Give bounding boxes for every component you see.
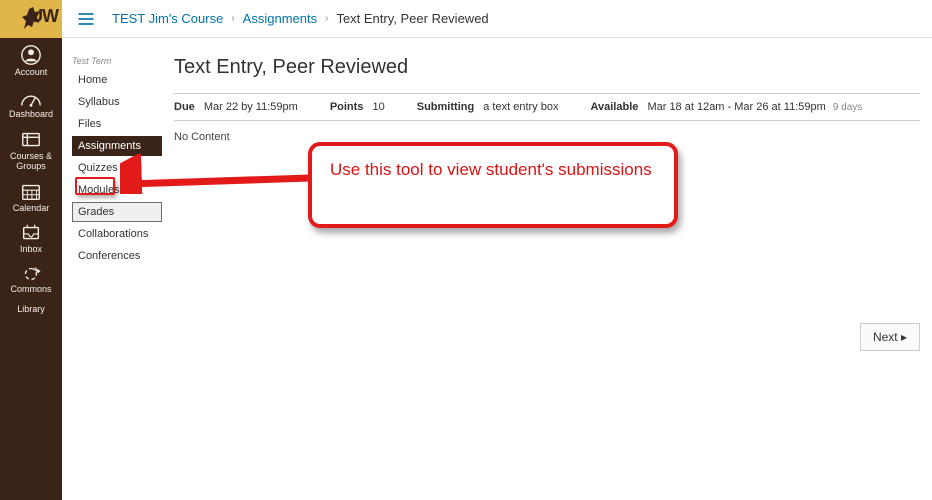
dashboard-icon xyxy=(20,88,42,108)
breadcrumb-sep: › xyxy=(231,13,234,24)
breadcrumb-sep: › xyxy=(325,13,328,24)
available-sub: 9 days xyxy=(833,102,862,113)
due-label: Due xyxy=(174,101,195,113)
meta-available: Available Mar 18 at 12am - Mar 26 at 11:… xyxy=(590,101,862,113)
rail-label: Inbox xyxy=(0,245,62,255)
breadcrumb-page: Text Entry, Peer Reviewed xyxy=(336,11,488,26)
term-label: Test Term xyxy=(72,56,162,66)
inbox-icon xyxy=(20,223,42,243)
breadcrumb-course[interactable]: TEST Jim's Course xyxy=(112,11,223,26)
points-label: Points xyxy=(330,101,364,113)
rail-label: Calendar xyxy=(0,204,62,214)
points-value: 10 xyxy=(373,101,385,113)
course-nav-item-quizzes[interactable]: Quizzes xyxy=(72,158,162,178)
logo-text: UW xyxy=(30,6,58,27)
courses-icon xyxy=(20,130,42,150)
account-icon xyxy=(20,44,42,66)
rail-label: Library xyxy=(0,305,62,315)
meta-submitting: Submitting a text entry box xyxy=(417,101,559,113)
course-nav-item-assignments[interactable]: Assignments xyxy=(72,136,162,156)
hamburger-icon[interactable] xyxy=(76,9,96,29)
available-label: Available xyxy=(590,101,638,113)
page-title: Text Entry, Peer Reviewed xyxy=(174,56,920,79)
rail-commons[interactable]: Commons xyxy=(0,259,62,299)
rail-dashboard[interactable]: Dashboard xyxy=(0,82,62,124)
topbar: TEST Jim's Course › Assignments › Text E… xyxy=(62,0,932,38)
course-nav-item-modules[interactable]: Modules xyxy=(72,180,162,200)
commons-icon xyxy=(20,265,42,283)
rail-label: Account xyxy=(0,68,62,78)
meta-due: Due Mar 22 by 11:59pm xyxy=(174,101,298,113)
course-nav-item-grades[interactable]: Grades xyxy=(72,202,162,222)
calendar-icon xyxy=(20,182,42,202)
rail-courses[interactable]: Courses & Groups xyxy=(0,124,62,176)
rail-label: Commons xyxy=(0,285,62,295)
submitting-label: Submitting xyxy=(417,101,474,113)
due-value: Mar 22 by 11:59pm xyxy=(204,101,298,113)
course-nav-item-files[interactable]: Files xyxy=(72,114,162,134)
course-nav-item-conferences[interactable]: Conferences xyxy=(72,246,162,266)
course-nav-item-home[interactable]: Home xyxy=(72,70,162,90)
submitting-value: a text entry box xyxy=(483,101,558,113)
rail-library[interactable]: Library xyxy=(0,299,62,319)
meta-points: Points 10 xyxy=(330,101,385,113)
available-value: Mar 18 at 12am - Mar 26 at 11:59pm xyxy=(647,101,825,113)
course-nav: Test Term HomeSyllabusFilesAssignmentsQu… xyxy=(72,56,162,268)
rail-label: Courses & Groups xyxy=(0,152,62,172)
annotation-callout: Use this tool to view student's submissi… xyxy=(308,142,678,228)
rail-calendar[interactable]: Calendar xyxy=(0,176,62,218)
global-nav: UW Account Dashboard Courses & Groups xyxy=(0,0,62,500)
course-nav-item-collaborations[interactable]: Collaborations xyxy=(72,224,162,244)
course-nav-item-syllabus[interactable]: Syllabus xyxy=(72,92,162,112)
next-button[interactable]: Next ▸ xyxy=(860,323,920,351)
rail-inbox[interactable]: Inbox xyxy=(0,217,62,259)
rail-account[interactable]: Account xyxy=(0,38,62,82)
breadcrumb-section[interactable]: Assignments xyxy=(243,11,317,26)
logo[interactable]: UW xyxy=(0,0,62,38)
assignment-meta: Due Mar 22 by 11:59pm Points 10 Submitti… xyxy=(174,93,920,121)
rail-label: Dashboard xyxy=(0,110,62,120)
